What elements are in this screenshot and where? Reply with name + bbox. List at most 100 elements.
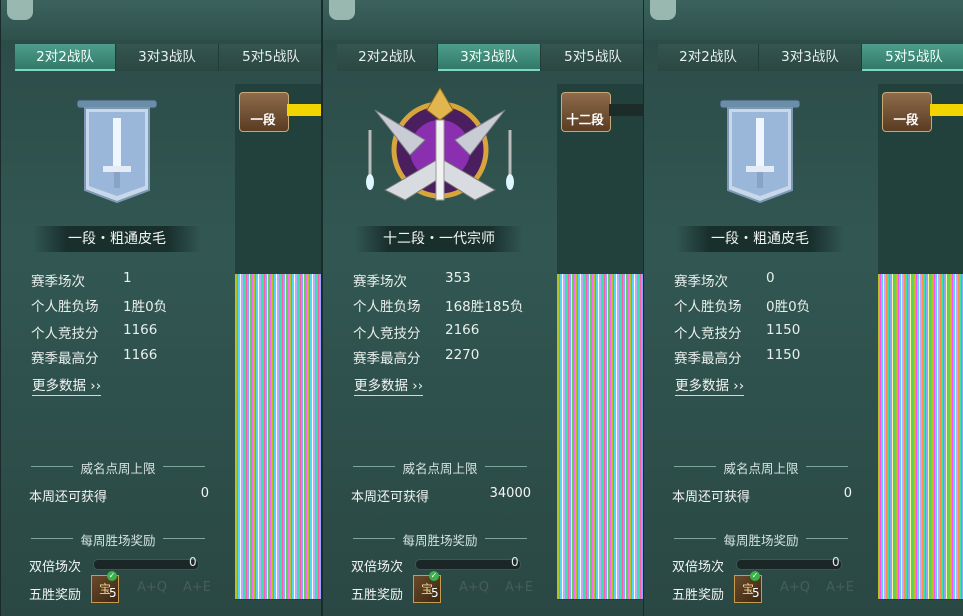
stat-label: 赛季场次 [674, 274, 728, 290]
weekly-cap-title: 威名点周上限 [345, 458, 535, 477]
rank-name: 一段・粗通皮毛 [676, 226, 844, 252]
rank-progress-bar [609, 104, 643, 116]
team-panel-2: 2对2战队 3对3战队 5对5战队 十二段・一代宗师 赛季场次 353 个人胜负… [322, 0, 644, 616]
double-count-value: 0 [511, 555, 519, 569]
reward-count: 5 [431, 586, 439, 600]
tab-1[interactable]: 2对2战队 [15, 44, 116, 71]
stat-label: 个人竞技分 [353, 326, 421, 342]
panel-header-decoration [323, 0, 643, 40]
stat-value: 2166 [445, 322, 480, 338]
rank-progress-column: 十二段 [557, 84, 643, 600]
weekly-remaining-label: 本周还可获得 [672, 490, 751, 505]
team-tabs: 2对2战队 3对3战队 5对5战队 [337, 44, 643, 71]
double-count-bar [415, 559, 521, 570]
team-tabs: 2对2战队 3对3战队 5对5战队 [15, 44, 321, 71]
weekly-remaining-value: 34000 [489, 486, 531, 501]
five-win-label: 五胜奖励 [351, 588, 404, 603]
five-win-label: 五胜奖励 [29, 588, 82, 603]
rank-history-stripes [235, 274, 321, 599]
weekly-win-title: 每周胜场奖励 [345, 530, 535, 549]
rank-name: 十二段・一代宗师 [355, 226, 523, 252]
golden-crest-icon [366, 87, 514, 201]
more-data-label: 更多数据 [32, 378, 86, 394]
banner-sword-icon [719, 99, 801, 204]
rank-history-stripes [557, 274, 643, 599]
stat-label: 个人胜负场 [31, 299, 99, 315]
tab-1[interactable]: 2对2战队 [337, 44, 438, 71]
double-count-label: 双倍场次 [672, 560, 725, 575]
ornament-icon [329, 0, 355, 20]
more-data-link[interactable]: 更多数据 ›› [675, 374, 745, 396]
double-count-value: 0 [832, 555, 840, 569]
five-win-label: 五胜奖励 [672, 588, 725, 603]
panel-header-decoration [644, 0, 963, 40]
stat-value: 1166 [123, 347, 158, 363]
hotkey-hint: A+Q [137, 580, 168, 595]
stat-value: 168胜185负 [445, 299, 524, 315]
tab-3[interactable]: 5对5战队 [862, 44, 963, 71]
rank-progress-bar [930, 104, 963, 116]
stat-label: 赛季最高分 [674, 351, 742, 367]
check-icon: ✓ [429, 571, 439, 581]
hotkey-hint: A+E [826, 580, 854, 595]
stat-value: 2270 [445, 347, 480, 363]
team-tabs: 2对2战队 3对3战队 5对5战队 [658, 44, 963, 71]
stat-value: 0 [766, 270, 775, 286]
stat-label: 赛季场次 [353, 274, 407, 290]
check-icon: ✓ [107, 571, 117, 581]
banner-sword-icon [76, 99, 158, 204]
weekly-remaining-label: 本周还可获得 [351, 490, 430, 505]
team-panel-3: 2对2战队 3对3战队 5对5战队 一段・粗通皮毛 赛季场次 0 个人胜负场 0… [643, 0, 963, 616]
ornament-icon [7, 0, 33, 20]
tab-1[interactable]: 2对2战队 [658, 44, 759, 71]
stat-label: 个人竞技分 [674, 326, 742, 342]
rank-progress-bar [287, 104, 321, 116]
chest-rank-label: 一段 [250, 112, 276, 127]
stat-label: 个人竞技分 [31, 326, 99, 342]
weekly-cap-title: 威名点周上限 [23, 458, 213, 477]
reward-count: 5 [109, 586, 117, 600]
stat-label: 赛季最高分 [353, 351, 421, 367]
ornament-icon [650, 0, 676, 20]
more-data-link[interactable]: 更多数据 ›› [354, 374, 424, 396]
rank-name: 一段・粗通皮毛 [33, 226, 201, 252]
weekly-cap-title: 威名点周上限 [666, 458, 856, 477]
team-panel-1: 2对2战队 3对3战队 5对5战队 一段・粗通皮毛 赛季场次 1 个人胜负场 1… [0, 0, 322, 616]
weekly-remaining-value: 0 [843, 486, 852, 501]
weekly-remaining-value: 0 [200, 486, 209, 501]
reward-count: 5 [752, 586, 760, 600]
stat-label: 赛季场次 [31, 274, 85, 290]
rank-progress-column: 一段 [878, 84, 963, 600]
rank-history-stripes [878, 274, 963, 599]
hotkey-hint: A+E [505, 580, 533, 595]
double-count-label: 双倍场次 [29, 560, 82, 575]
double-count-value: 0 [189, 555, 197, 569]
double-count-bar [93, 559, 199, 570]
chest-rank-label: 十二段 [566, 112, 604, 127]
rank-emblem [719, 98, 801, 208]
tab-3[interactable]: 5对5战队 [541, 44, 643, 71]
tab-2[interactable]: 3对3战队 [759, 44, 862, 71]
stat-value: 1166 [123, 322, 158, 338]
double-chevron-icon: ›› [90, 378, 102, 394]
rank-progress-column: 一段 [235, 84, 321, 600]
more-data-link[interactable]: 更多数据 ›› [32, 374, 102, 396]
stat-label: 赛季最高分 [31, 351, 99, 367]
more-data-label: 更多数据 [354, 378, 408, 394]
tab-3[interactable]: 5对5战队 [219, 44, 321, 71]
double-chevron-icon: ›› [412, 378, 424, 394]
tab-2[interactable]: 3对3战队 [438, 44, 541, 71]
stat-value: 0胜0负 [766, 299, 811, 315]
rank-emblem [76, 98, 158, 208]
panel-header-decoration [1, 0, 321, 40]
weekly-win-title: 每周胜场奖励 [23, 530, 213, 549]
tab-2[interactable]: 3对3战队 [116, 44, 219, 71]
stat-label: 个人胜负场 [353, 299, 421, 315]
hotkey-hint: A+E [183, 580, 211, 595]
stat-value: 1胜0负 [123, 299, 168, 315]
hotkey-hint: A+Q [459, 580, 490, 595]
chest-rank-label: 一段 [893, 112, 919, 127]
more-data-label: 更多数据 [675, 378, 729, 394]
stat-value: 1150 [766, 322, 801, 338]
double-count-label: 双倍场次 [351, 560, 404, 575]
